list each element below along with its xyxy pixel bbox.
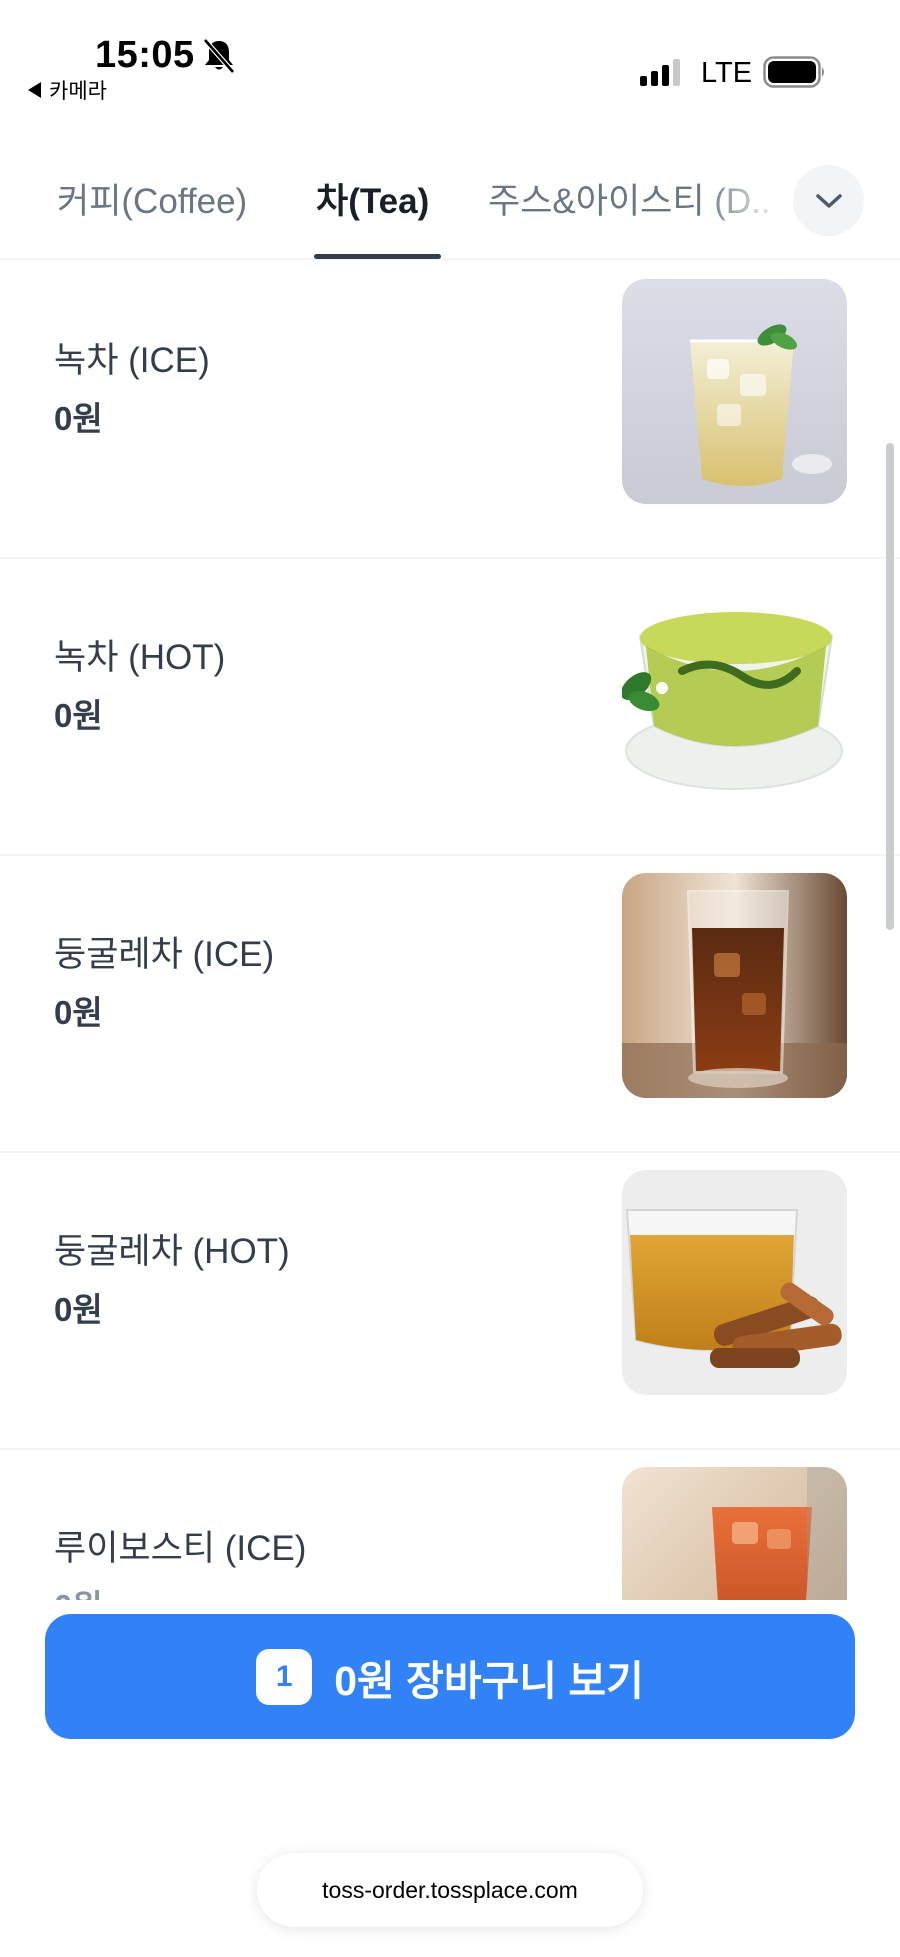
menu-item-price: 0원 — [54, 994, 103, 1031]
expand-categories-button[interactable] — [793, 165, 864, 236]
cart-button-label: 0원 장바구니 보기 — [334, 1657, 644, 1704]
menu-item-price: 0원 — [54, 697, 103, 734]
menu-item-name: 녹차 (ICE) — [54, 341, 210, 380]
status-time: 15:05 — [95, 34, 195, 76]
tab-tea[interactable]: 차(Tea) — [316, 173, 429, 224]
battery-icon — [763, 56, 824, 88]
menu-item[interactable]: 녹차 (ICE) 0원 — [0, 262, 900, 559]
tab-coffee[interactable]: 커피(Coffee) — [57, 173, 247, 224]
signal-icon — [640, 59, 680, 86]
hot-green-tea-image — [622, 576, 847, 801]
category-tabs: 커피(Coffee) 차(Tea) 주스&아이스티 (D.. — [0, 150, 900, 260]
menu-item[interactable]: 둥굴레차 (HOT) 0원 — [0, 1153, 900, 1450]
menu-item-name: 루이보스티 (ICE) — [54, 1529, 307, 1568]
hot-barley-tea-image — [622, 1170, 847, 1395]
active-tab-indicator — [314, 254, 441, 259]
app-screen: 15:05 카메라 LTE 커피(Coffee) 차(Tea) 주스&아이스티 … — [0, 0, 900, 1957]
back-app-label: 카메라 — [49, 80, 107, 103]
cart-count-badge: 1 — [256, 1648, 313, 1705]
scrollbar[interactable] — [886, 443, 894, 930]
chevron-down-icon — [815, 193, 842, 208]
menu-item-name: 녹차 (HOT) — [54, 638, 226, 677]
menu-item-name: 둥굴레차 (HOT) — [54, 1232, 290, 1271]
back-to-app-link[interactable]: 카메라 — [28, 75, 107, 105]
view-cart-button[interactable]: 1 0원 장바구니 보기 — [45, 1614, 855, 1739]
menu-item-price: 0원 — [54, 1291, 103, 1328]
menu-item-price: 0원 — [54, 400, 103, 437]
menu-item[interactable]: 둥굴레차 (ICE) 0원 — [0, 856, 900, 1153]
iced-barley-tea-image — [622, 873, 847, 1098]
menu-item-name: 둥굴레차 (ICE) — [54, 935, 275, 974]
iced-green-tea-image — [622, 279, 847, 504]
bell-off-icon — [203, 38, 235, 74]
status-bar: 15:05 카메라 LTE — [0, 0, 900, 120]
browser-url-bar[interactable]: toss-order.tossplace.com — [257, 1853, 643, 1927]
network-type: LTE — [701, 57, 753, 89]
menu-item[interactable]: 녹차 (HOT) 0원 — [0, 559, 900, 856]
back-triangle-icon — [28, 82, 41, 98]
menu-list: 녹차 (ICE) 0원 녹차 (HOT) 0원 둥굴레차 (ICE) 0원 둥굴… — [0, 262, 900, 1747]
